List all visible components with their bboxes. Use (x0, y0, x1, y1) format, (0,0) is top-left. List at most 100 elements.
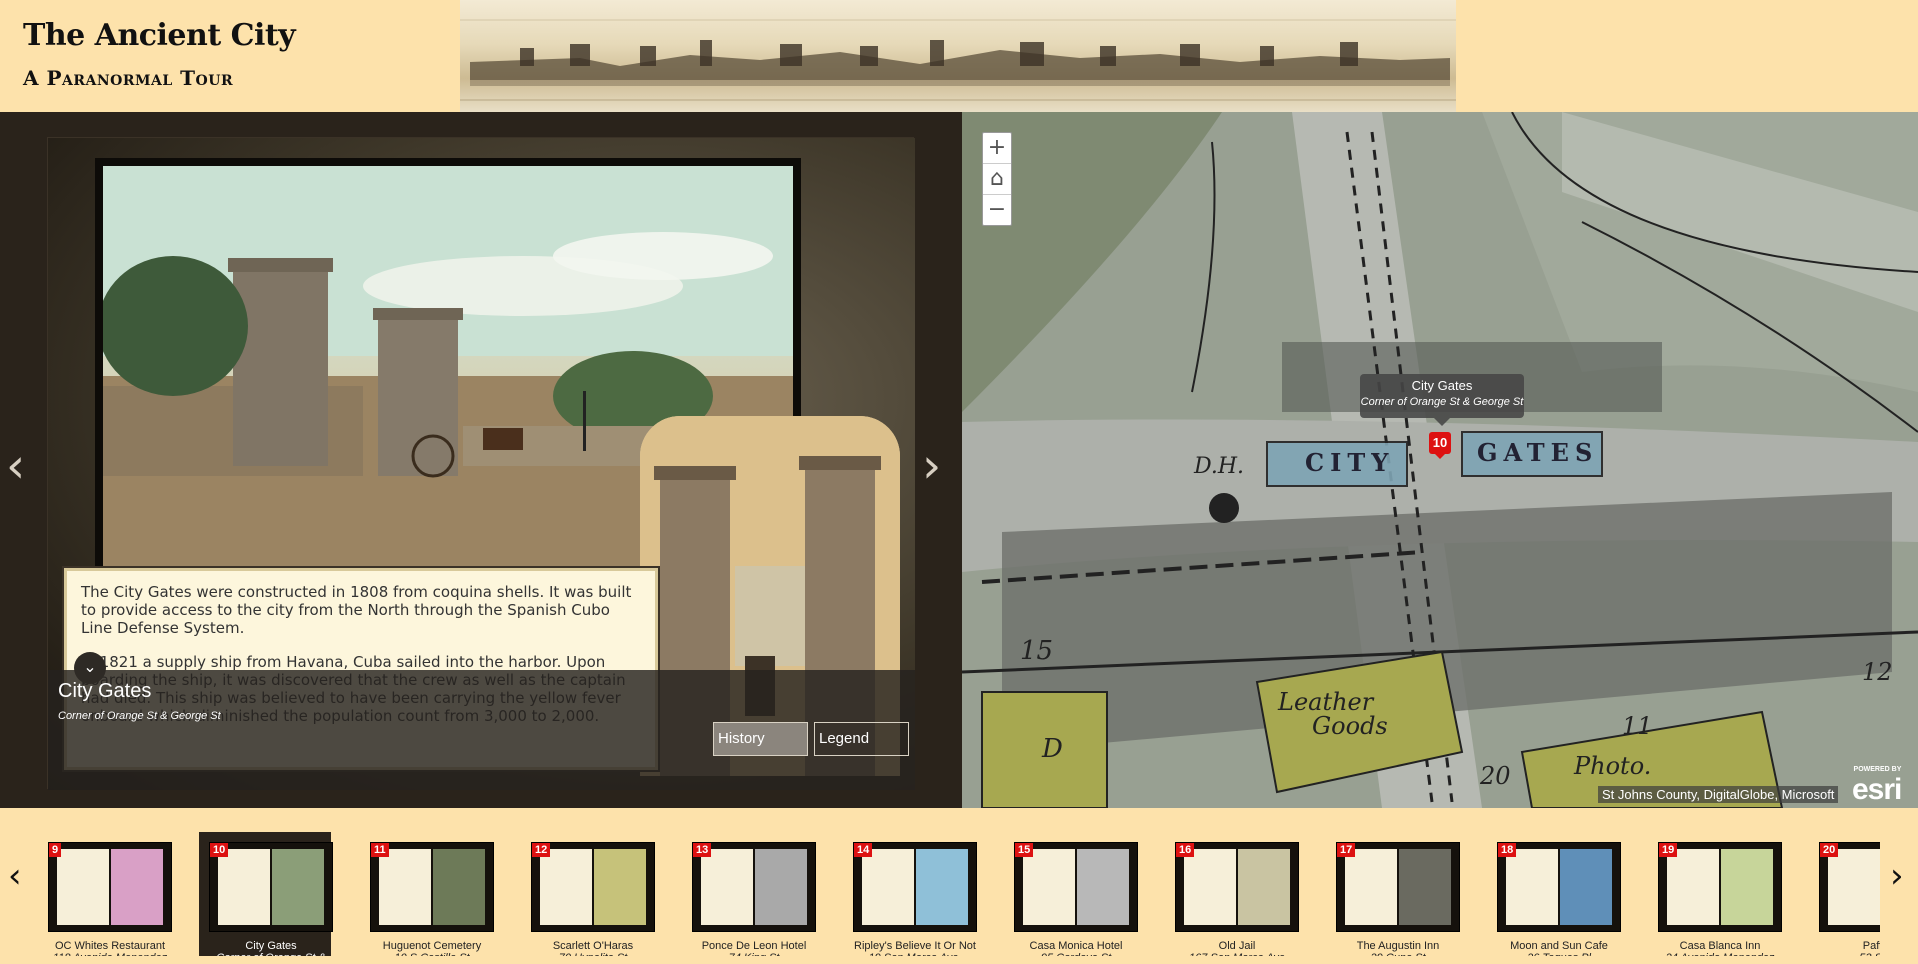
thumbnail-card (379, 849, 431, 925)
home-icon[interactable]: ⌂ (983, 164, 1011, 195)
thumbnail-card (1506, 849, 1558, 925)
thumbnail-number: 10 (210, 843, 229, 857)
thumbnail-address: 118 Avenida Menendez (38, 952, 182, 956)
thumbnail-photo (916, 849, 968, 925)
thumbnail-track: 9 OC Whites Restaurant118 Avenida Menende… (38, 832, 1880, 956)
carousel-thumbnail[interactable]: 10City GatesCorner of Orange St & (199, 832, 333, 956)
next-story-arrow-icon[interactable]: › (922, 442, 941, 490)
thumbnail-address: 95 Cordova St (1004, 952, 1148, 956)
carousel-thumbnail[interactable]: 20 Paffe H53 St Ge (1809, 832, 1880, 956)
carousel-thumbnail[interactable]: 19Casa Blanca Inn24 Avenida Menendez (1648, 832, 1782, 956)
thumbnail-address: 53 St Ge (1809, 952, 1880, 956)
carousel-thumbnail[interactable]: 13Ponce De Leon Hotel74 King St (682, 832, 816, 956)
thumbnail-number: 9 (49, 843, 62, 857)
map-label-11: 11 (1622, 712, 1653, 740)
thumbnail-photo (594, 849, 646, 925)
map-attribution: St Johns County, DigitalGlobe, Microsoft (1598, 786, 1839, 803)
map-label-goods: Goods (1312, 712, 1388, 740)
esri-name: esri (1852, 773, 1902, 806)
thumbnail-image: 12 (531, 842, 655, 932)
thumbnail-image: 20 (1819, 842, 1880, 932)
carousel-thumbnail[interactable]: 9OC Whites Restaurant118 Avenida Menende… (38, 832, 172, 956)
map-label-dh: D.H. (1194, 454, 1245, 479)
map-label-gates: GATES (1477, 438, 1599, 467)
thumbnail-address: 70 Hypolita St (521, 952, 665, 956)
carousel-thumbnail[interactable]: 16Old Jail167 San Marco Ave (1165, 832, 1299, 956)
carousel-thumbnail[interactable]: 15Casa Monica Hotel95 Cordova St (1004, 832, 1138, 956)
map-pin-marker[interactable]: 10 (1429, 432, 1451, 459)
thumbnail-image: 10 (209, 842, 333, 932)
thumbnail-photo (1399, 849, 1451, 925)
map-label-city: CITY (1305, 448, 1395, 477)
thumbnail-image: 9 (48, 842, 172, 932)
thumbnail-image: 19 (1658, 842, 1782, 932)
thumbnail-photo (272, 849, 324, 925)
thumbnail-photo (755, 849, 807, 925)
zoom-out-button[interactable]: − (983, 195, 1011, 226)
thumbnail-name: Casa Monica Hotel (1029, 940, 1123, 952)
thumbnail-image: 11 (370, 842, 494, 932)
story-panel: ‹ The City Gates were constructed in 180… (0, 112, 962, 808)
thumbnail-name: OC Whites Restaurant (54, 940, 166, 952)
thumbnail-image: 14 (853, 842, 977, 932)
thumbnail-name: Scarlett O'Haras (552, 940, 634, 952)
thumbnail-photo (1560, 849, 1612, 925)
story-caption-bar: ⌄ City Gates Corner of Orange St & Georg… (48, 652, 915, 790)
popup-title: City Gates (1411, 378, 1473, 393)
caption-subtitle: Corner of Orange St & George St (58, 710, 221, 722)
app-title: The Ancient City (23, 18, 296, 53)
thumbnail-address: 29 Cuna St (1326, 952, 1470, 956)
map-popup[interactable]: City Gates Corner of Orange St & George … (1360, 374, 1524, 426)
thumbnail-name: Ponce De Leon Hotel (701, 940, 807, 952)
esri-powered-by: POWERED BY (1853, 766, 1902, 773)
carousel-next-arrow-icon[interactable]: › (1890, 856, 1904, 896)
thumbnail-name: Paffe H (1862, 940, 1880, 952)
thumbnail-name: Casa Blanca Inn (1679, 940, 1761, 952)
thumbnail-number: 15 (1015, 843, 1034, 857)
thumbnail-number: 20 (1820, 843, 1839, 857)
thumbnail-address: 74 King St (682, 952, 826, 956)
thumbnail-address: 10 S Castillo St (360, 952, 504, 956)
thumbnail-number: 11 (371, 843, 389, 857)
esri-logo: POWERED BY esri (1852, 766, 1902, 807)
thumbnail-number: 14 (854, 843, 873, 857)
carousel-prev-arrow-icon[interactable]: ‹ (8, 856, 22, 896)
thumbnail-name: Huguenot Cemetery (382, 940, 482, 952)
app-subtitle: A Paranormal Tour (23, 66, 234, 90)
thumbnail-card (701, 849, 753, 925)
thumbnail-address: Corner of Orange St & (199, 952, 343, 956)
thumbnail-photo (1077, 849, 1129, 925)
tab-legend[interactable]: Legend (814, 722, 909, 756)
thumbnail-address: 24 Avenida Menendez (1648, 952, 1792, 956)
map-label-20: 20 (1480, 762, 1511, 790)
thumbnail-card (1828, 849, 1880, 925)
map-label-15: 15 (1020, 636, 1054, 666)
thumbnail-card (1184, 849, 1236, 925)
thumbnail-name: City Gates (245, 940, 297, 952)
previous-story-arrow-icon[interactable]: ‹ (6, 442, 25, 490)
thumbnail-card (540, 849, 592, 925)
carousel-thumbnail[interactable]: 18Moon and Sun Cafe26 Toques Pl (1487, 832, 1621, 956)
tab-history[interactable]: History (713, 722, 808, 756)
zoom-in-button[interactable]: + (983, 133, 1011, 164)
carousel-thumbnail[interactable]: 12Scarlett O'Haras70 Hypolita St (521, 832, 655, 956)
map-label-12: 12 (1862, 658, 1893, 686)
map-label-d: D (1042, 734, 1063, 764)
caption-title: City Gates (58, 680, 152, 702)
thumbnail-address: 167 San Marco Ave (1165, 952, 1309, 956)
panorama-banner (460, 0, 1456, 112)
thumbnail-card (218, 849, 270, 925)
carousel-thumbnail[interactable]: 11Huguenot Cemetery10 S Castillo St (360, 832, 494, 956)
thumbnail-number: 18 (1498, 843, 1517, 857)
map-view[interactable]: CITY GATES D.H. Leather Goods Photo. 15 … (962, 112, 1918, 808)
thumbnail-name: Old Jail (1218, 940, 1256, 952)
thumbnail-name: Ripley's Believe It Or Not (854, 940, 976, 952)
thumbnail-image: 16 (1175, 842, 1299, 932)
thumbnail-image: 18 (1497, 842, 1621, 932)
carousel-thumbnail[interactable]: 17The Augustin Inn29 Cuna St (1326, 832, 1460, 956)
thumbnail-photo (1238, 849, 1290, 925)
story-paragraph: The City Gates were constructed in 1808 … (81, 583, 632, 637)
thumbnail-name: The Augustin Inn (1356, 940, 1440, 952)
thumbnail-card (862, 849, 914, 925)
carousel-thumbnail[interactable]: 14Ripley's Believe It Or Not19 San Marco… (843, 832, 977, 956)
